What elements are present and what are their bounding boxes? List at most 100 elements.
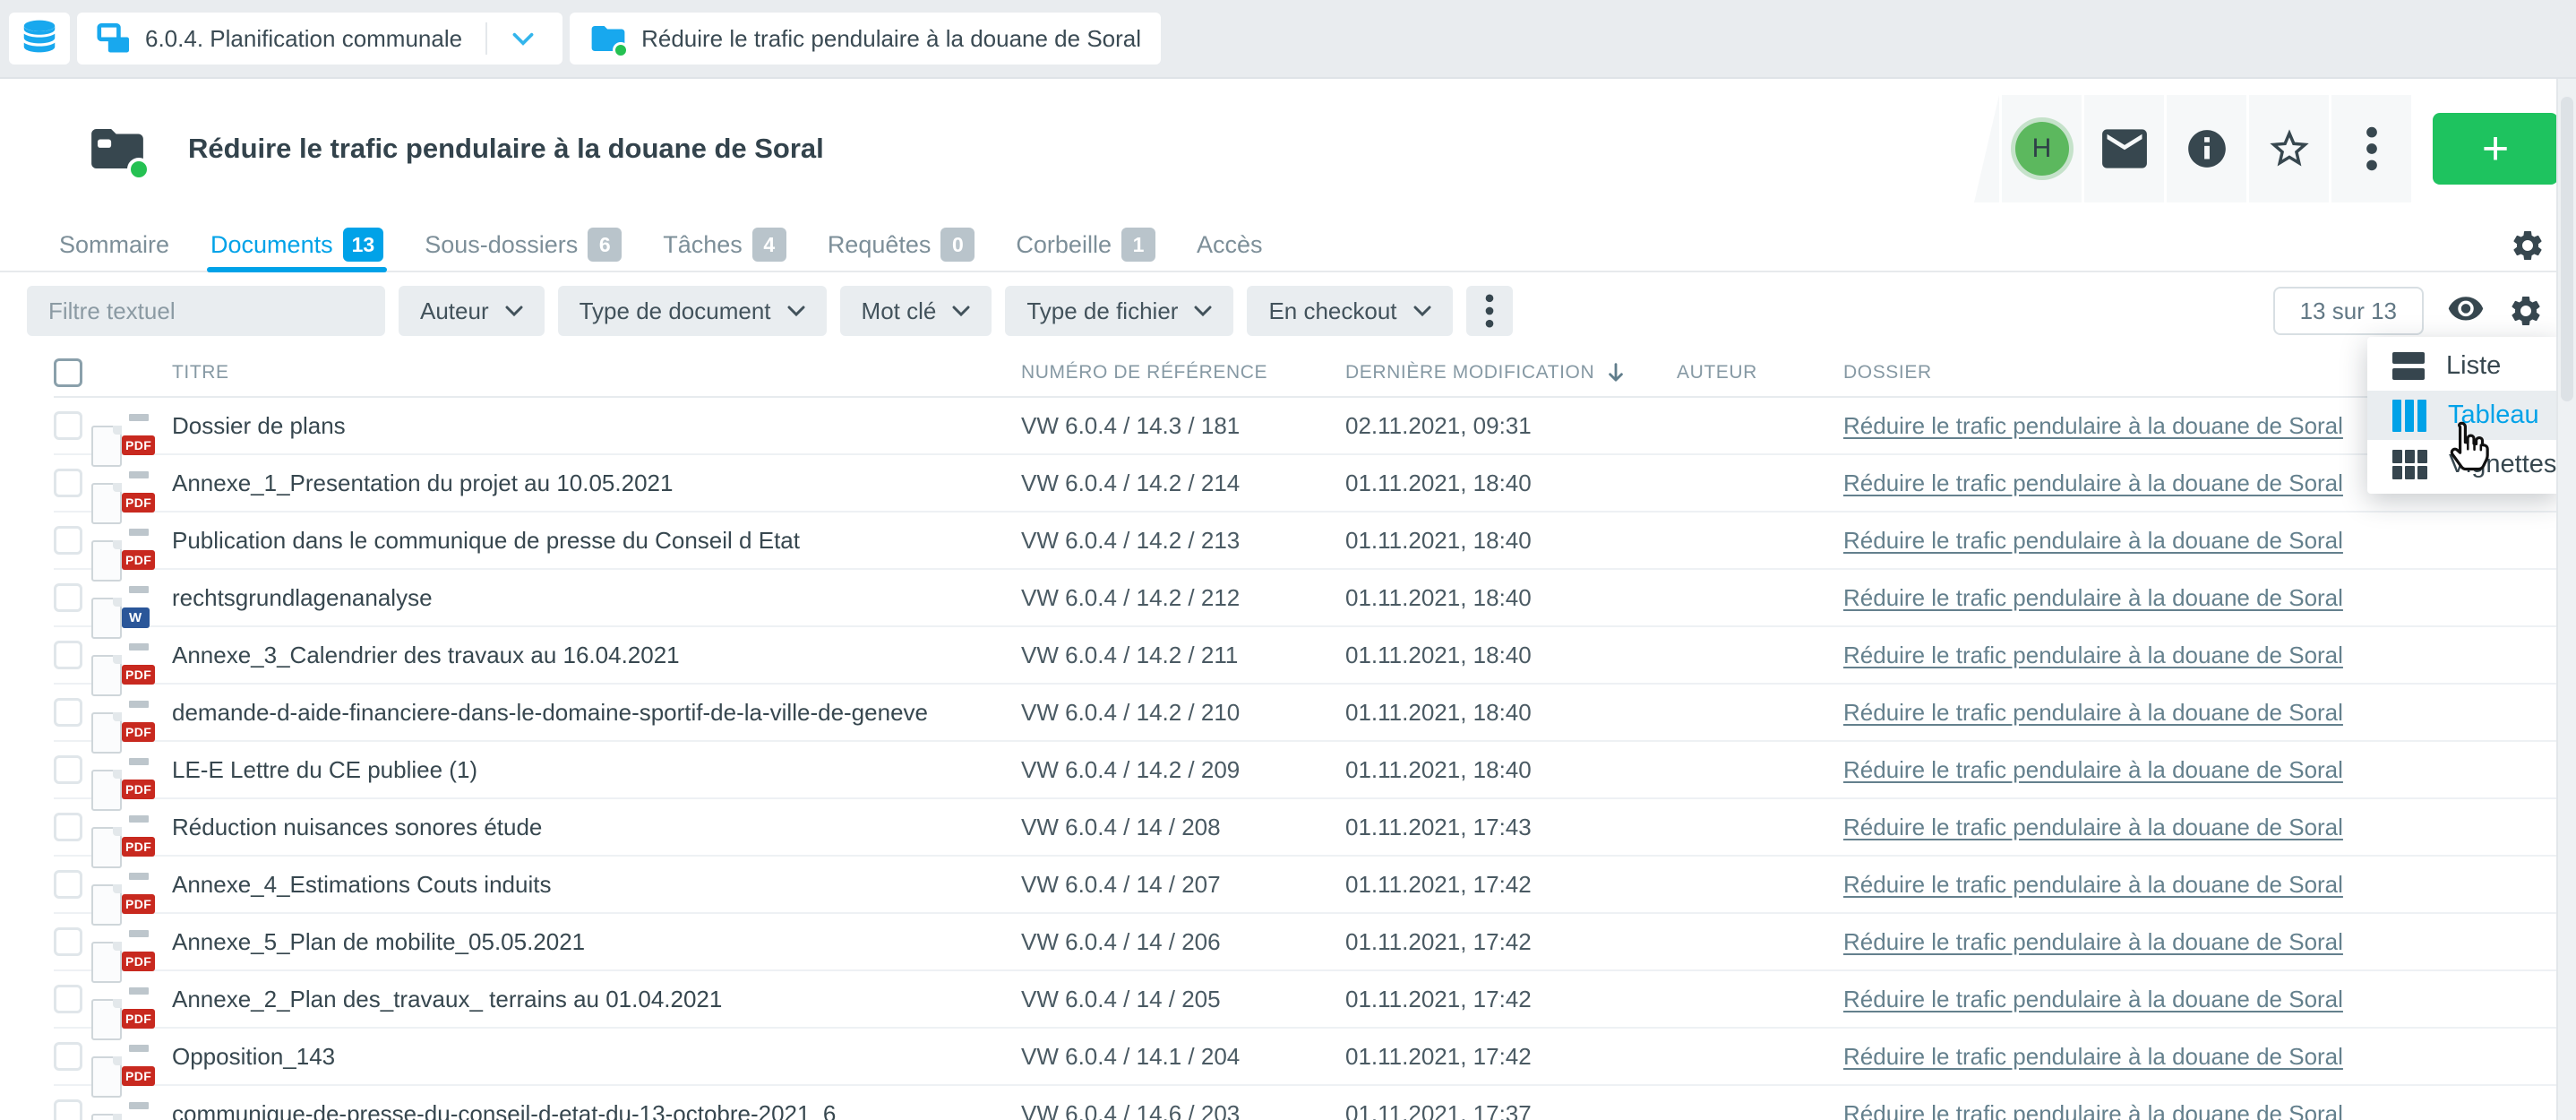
mail-button[interactable] [2084,95,2164,202]
chevron-down-icon [1194,306,1212,316]
column-auteur[interactable]: AUTEUR [1677,362,1843,383]
app-logo-tile[interactable] [9,13,70,65]
view-settings-button[interactable] [2508,293,2544,329]
filter-type-fichier[interactable]: Type de fichier [1005,286,1233,336]
folder-link[interactable]: Réduire le trafic pendulaire à la douane… [1843,1100,2343,1120]
avatar: H [2015,122,2069,176]
folder-link[interactable]: Réduire le trafic pendulaire à la douane… [1843,986,2343,1012]
filter-mot-cle[interactable]: Mot clé [840,286,992,336]
table-row[interactable]: PDF Annexe_3_Calendrier des travaux au 1… [54,627,2576,685]
folder-link[interactable]: Réduire le trafic pendulaire à la douane… [1843,527,2343,554]
folder-link[interactable]: Réduire le trafic pendulaire à la douane… [1843,412,2343,439]
table-row[interactable]: PDF Publication dans le communique de pr… [54,513,2576,570]
reference-number: VW 6.0.4 / 14 / 207 [1021,871,1345,899]
tab-badge: 13 [343,228,384,262]
row-checkbox[interactable] [54,1099,82,1120]
view-menu-item-liste[interactable]: Liste [2367,341,2559,391]
table-row[interactable]: PDF demande-d-aide-financiere-dans-le-do… [54,685,2576,742]
folder-link[interactable]: Réduire le trafic pendulaire à la douane… [1843,470,2343,496]
folder-link[interactable]: Réduire le trafic pendulaire à la douane… [1843,814,2343,840]
gear-icon [2508,293,2544,329]
row-checkbox[interactable] [54,526,82,555]
document-title[interactable]: Réduction nuisances sonores étude [172,814,1021,841]
folder-link[interactable]: Réduire le trafic pendulaire à la douane… [1843,584,2343,611]
table-row[interactable]: PDF Annexe_2_Plan des_travaux_ terrains … [54,971,2576,1029]
folder-link[interactable]: Réduire le trafic pendulaire à la douane… [1843,1043,2343,1070]
folder-link[interactable]: Réduire le trafic pendulaire à la douane… [1843,871,2343,898]
add-button[interactable]: + [2433,113,2558,185]
table-row[interactable]: PDF Dossier de plans VW 6.0.4 / 14.3 / 1… [54,398,2576,455]
row-checkbox[interactable] [54,583,82,612]
row-checkbox[interactable] [54,755,82,784]
folder-link[interactable]: Réduire le trafic pendulaire à la douane… [1843,699,2343,726]
info-icon [2185,126,2229,171]
table-row[interactable]: PDF Opposition_143 VW 6.0.4 / 14.1 / 204… [54,1029,2576,1086]
more-filters-button[interactable] [1466,286,1513,336]
column-titre[interactable]: TITRE [172,362,1021,383]
table-row[interactable]: PDF Annexe_5_Plan de mobilite_05.05.2021… [54,914,2576,971]
document-tab[interactable]: Réduire le trafic pendulaire à la douane… [570,13,1161,65]
text-filter-input[interactable]: Filtre textuel [27,286,385,336]
document-rows: PDF Dossier de plans VW 6.0.4 / 14.3 / 1… [0,398,2576,1120]
row-checkbox[interactable] [54,641,82,669]
row-checkbox[interactable] [54,813,82,841]
folder-link[interactable]: Réduire le trafic pendulaire à la douane… [1843,928,2343,955]
scrollbar-thumb[interactable] [2561,97,2573,401]
folder-link[interactable]: Réduire le trafic pendulaire à la douane… [1843,756,2343,783]
table-row[interactable]: PDF LE-E Lettre du CE publiee (1) VW 6.0… [54,742,2576,799]
column-modification[interactable]: DERNIÈRE MODIFICATION [1345,360,1677,385]
document-title[interactable]: Annexe_4_Estimations Couts induits [172,871,1021,899]
document-title[interactable]: LE-E Lettre du CE publiee (1) [172,756,1021,784]
row-checkbox[interactable] [54,870,82,899]
select-all-checkbox[interactable] [54,358,82,387]
table-row[interactable]: PDF Réduction nuisances sonores étude VW… [54,799,2576,857]
document-title[interactable]: Opposition_143 [172,1043,1021,1071]
column-dossier[interactable]: DOSSIER [1843,362,2340,383]
tab-sous-dossiers[interactable]: Sous-dossiers6 [425,219,622,271]
document-title[interactable]: Annexe_2_Plan des_travaux_ terrains au 0… [172,986,1021,1013]
document-title[interactable]: communique-de-presse-du-conseil-d-etat-d… [172,1100,1021,1120]
document-title[interactable]: Annexe_1_Presentation du projet au 10.05… [172,470,1021,497]
table-row[interactable]: PDF Annexe_1_Presentation du projet au 1… [54,455,2576,513]
row-checkbox[interactable] [54,1042,82,1071]
chevron-down-icon [1413,306,1431,316]
document-title[interactable]: Annexe_3_Calendrier des travaux au 16.04… [172,642,1021,669]
tabs-settings-button[interactable] [2510,228,2546,263]
document-title[interactable]: demande-d-aide-financiere-dans-le-domain… [172,699,1021,727]
user-avatar[interactable]: H [2002,95,2082,202]
document-title[interactable]: rechtsgrundlagenanalyse [172,584,1021,612]
document-title[interactable]: Dossier de plans [172,412,1021,440]
document-title[interactable]: Annexe_5_Plan de mobilite_05.05.2021 [172,928,1021,956]
row-checkbox[interactable] [54,985,82,1013]
tab-acces[interactable]: Accès [1197,219,1263,271]
table-row[interactable]: W rechtsgrundlagenanalyse VW 6.0.4 / 14.… [54,570,2576,627]
column-reference[interactable]: NUMÉRO DE RÉFÉRENCE [1021,362,1345,383]
more-menu-button[interactable] [2331,95,2411,202]
workspace-tab[interactable]: 6.0.4. Planification communale [77,13,562,65]
last-modified: 01.11.2021, 18:40 [1345,584,1677,612]
row-checkbox[interactable] [54,469,82,497]
favorite-button[interactable] [2249,95,2329,202]
tab-taches[interactable]: Tâches4 [663,219,786,271]
filter-auteur[interactable]: Auteur [399,286,545,336]
reference-number: VW 6.0.4 / 14.3 / 181 [1021,412,1345,440]
chevron-down-icon[interactable] [503,32,543,46]
row-checkbox[interactable] [54,698,82,727]
filter-bar: Filtre textuel Auteur Type de document M… [0,272,2576,349]
reference-number: VW 6.0.4 / 14.2 / 213 [1021,527,1345,555]
tab-sommaire[interactable]: Sommaire [59,219,169,271]
table-row[interactable]: PDF Annexe_4_Estimations Couts induits V… [54,857,2576,914]
visibility-button[interactable] [2447,296,2485,326]
scrollbar-track[interactable] [2556,79,2576,1120]
tab-corbeille[interactable]: Corbeille1 [1016,219,1155,271]
filter-en-checkout[interactable]: En checkout [1247,286,1452,336]
table-row[interactable]: PDF communique-de-presse-du-conseil-d-et… [54,1086,2576,1120]
row-checkbox[interactable] [54,411,82,440]
tab-requetes[interactable]: Requêtes0 [828,219,975,271]
folder-link[interactable]: Réduire le trafic pendulaire à la douane… [1843,642,2343,668]
filter-type-document[interactable]: Type de document [558,286,827,336]
info-button[interactable] [2167,95,2246,202]
tab-documents[interactable]: Documents13 [210,219,383,271]
document-title[interactable]: Publication dans le communique de presse… [172,527,1021,555]
row-checkbox[interactable] [54,927,82,956]
